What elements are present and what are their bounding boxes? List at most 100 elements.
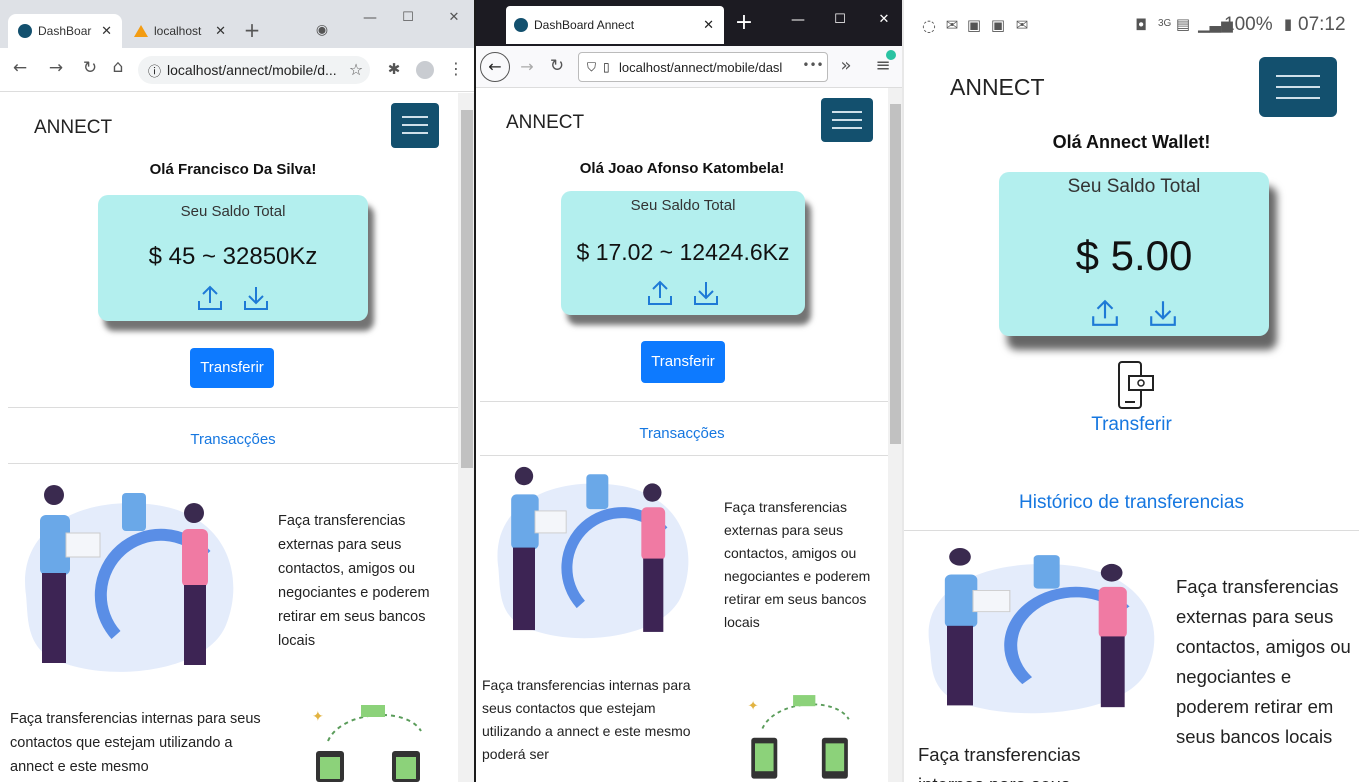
navbar-toggle-button[interactable] (391, 103, 439, 148)
address-bar[interactable]: ⛉ ▯ localhost/annect/mobile/dasl (578, 52, 828, 82)
info-icon: ⓘ (148, 63, 162, 79)
chrome-tab-localhost[interactable]: localhost ✕ (124, 14, 232, 48)
download-icon[interactable] (243, 284, 269, 312)
phones-transfer-illustration: ✦ (748, 695, 850, 779)
maximize-icon[interactable]: ☐ (398, 10, 418, 25)
close-icon[interactable]: ✕ (215, 23, 226, 39)
close-icon[interactable]: ✕ (101, 23, 112, 39)
clock-text: 07:12 (1298, 14, 1346, 35)
annect-favicon-icon (514, 18, 528, 32)
brand-logo-text[interactable]: ANNECT (506, 112, 584, 134)
firefox-tab-strip: DashBoard Annect ✕ + — ☐ ✕ (476, 0, 904, 46)
firefox-window: DashBoard Annect ✕ + — ☐ ✕ ← → ↻ ⛉ ▯ loc… (476, 0, 904, 782)
back-icon[interactable]: ← (480, 52, 510, 82)
mail-icon: ✉ (1015, 16, 1029, 34)
forward-icon[interactable]: → (46, 58, 66, 78)
forward-icon[interactable]: → (518, 57, 536, 76)
profile-avatar-icon[interactable] (416, 61, 434, 79)
new-tab-button[interactable]: + (732, 10, 756, 35)
internal-transfer-text: Faça transferencias internas para seus c… (10, 711, 261, 775)
brand-logo-text[interactable]: ANNECT (34, 117, 112, 139)
menu-kebab-icon[interactable]: ⋮ (448, 59, 464, 78)
upload-icon[interactable] (1091, 298, 1119, 328)
external-transfer-text: Faça transferencias externas para seus c… (1176, 576, 1351, 747)
internal-transfer-text: Faça transferencias internas para seus c… (482, 677, 691, 762)
balance-amount: $ 17.02 ~ 12424.6Kz (576, 239, 790, 265)
svg-text:✦: ✦ (312, 709, 324, 725)
network-type-text: 3G (1158, 18, 1172, 29)
balance-amount: $ 5.00 (1075, 232, 1193, 279)
minimize-icon[interactable]: — (788, 12, 808, 28)
divider (8, 407, 458, 408)
navbar-toggle-button[interactable] (821, 98, 873, 142)
firefox-tab-dashboard[interactable]: DashBoard Annect ✕ (506, 6, 724, 44)
chrome-tab-strip: DashBoar ✕ localhost ✕ + ◉ — ☐ ✕ (0, 0, 476, 50)
chrome-window: DashBoar ✕ localhost ✕ + ◉ — ☐ ✕ ← → ↻ ⌂… (0, 0, 476, 782)
overflow-icon[interactable]: » (838, 55, 854, 76)
reload-icon[interactable]: ↻ (548, 56, 566, 76)
page-viewport: ANNECT Olá Joao Afonso Katombela! Seu Sa… (476, 88, 888, 782)
gallery-icon: ▣ (966, 16, 982, 34)
svg-text:✦: ✦ (748, 699, 759, 714)
navbar-toggle-button[interactable] (1259, 57, 1337, 117)
reload-icon[interactable]: ↻ (80, 58, 100, 78)
firefox-toolbar: ← → ↻ ⛉ ▯ localhost/annect/mobile/dasl •… (476, 46, 904, 88)
new-tab-button[interactable]: + (240, 18, 264, 42)
page-actions-icon[interactable]: ••• (802, 58, 824, 72)
mail-icon: ✉ (945, 16, 959, 34)
back-icon[interactable]: ← (10, 58, 30, 78)
minimize-icon[interactable]: — (360, 10, 380, 26)
transfer-link[interactable]: Transferir (904, 414, 1359, 436)
transactions-link[interactable]: Transacções (476, 425, 888, 442)
balance-amount: $ 45 ~ 32850Kz (148, 243, 318, 270)
upload-icon[interactable] (197, 284, 223, 312)
tab-search-icon[interactable]: ◉ (312, 22, 332, 38)
people-transfer-illustration (25, 485, 234, 672)
home-icon[interactable]: ⌂ (108, 57, 128, 77)
scrollbar-thumb[interactable] (890, 104, 901, 444)
battery-icon: ▮ (1283, 15, 1293, 33)
external-transfer-text: Faça transferencias externas para seus c… (724, 499, 871, 630)
gallery-icon: ▣ (990, 16, 1006, 34)
close-icon[interactable]: ✕ (703, 17, 714, 33)
download-icon[interactable] (1149, 298, 1177, 328)
transfer-history-link[interactable]: Histórico de transferencias (904, 492, 1359, 514)
brand-logo-text[interactable]: ANNECT (950, 74, 1045, 101)
balance-card: Seu Saldo Total $ 17.02 ~ 12424.6Kz (561, 191, 805, 315)
android-status-bar: ◌ ✉ ▣ ▣ ✉ ◘ 3G ▤ ▁▃▅ 100% ▮ 07:12 (904, 0, 1359, 58)
page-icon: ▯ (603, 60, 610, 74)
balance-label: Seu Saldo Total (630, 197, 736, 214)
balance-label: Seu Saldo Total (180, 203, 286, 220)
phones-transfer-illustration: ✦ (312, 705, 422, 782)
maximize-icon[interactable]: ☐ (830, 12, 850, 27)
download-icon[interactable] (693, 279, 719, 307)
address-bar[interactable]: ⓘ localhost/annect/mobile/d... (138, 56, 370, 84)
mobile-payment-icon[interactable] (1117, 360, 1157, 412)
chrome-tab-dashboard[interactable]: DashBoar ✕ (8, 14, 122, 48)
window-close-icon[interactable]: ✕ (874, 12, 894, 27)
upload-icon[interactable] (647, 279, 673, 307)
notification-icon: ◘ (1135, 16, 1147, 34)
bookmark-star-icon[interactable]: ☆ (346, 60, 366, 79)
balance-card: Seu Saldo Total $ 5.00 (999, 172, 1269, 336)
transfer-button[interactable]: Transferir (641, 341, 725, 383)
balance-card: Seu Saldo Total $ 45 ~ 32850Kz (98, 195, 368, 321)
battery-percent-text: 100% (1224, 14, 1273, 35)
tab-title: DashBoard Annect (534, 18, 635, 32)
signal-bars-icon: ▁▃▅ (1198, 15, 1233, 33)
transfer-button[interactable]: Transferir (190, 348, 274, 388)
greeting-text: Olá Annect Wallet! (1052, 132, 1211, 152)
tab-title: localhost (154, 24, 202, 38)
internal-transfer-text: Faça transferencias internas para seus (918, 744, 1081, 782)
transactions-link[interactable]: Transacções (0, 431, 458, 448)
people-transfer-illustration (497, 466, 689, 639)
signal-icon: ▤ (1175, 15, 1191, 33)
window-close-icon[interactable]: ✕ (444, 10, 464, 25)
address-text: localhost/annect/mobile/d... (167, 62, 337, 78)
extensions-icon[interactable]: ✱ (384, 60, 404, 78)
divider (480, 455, 888, 456)
divider (8, 463, 458, 464)
chrome-toolbar: ← → ↻ ⌂ ⓘ localhost/annect/mobile/d... ☆… (0, 48, 476, 92)
annect-favicon-icon (18, 24, 32, 38)
scrollbar-thumb[interactable] (461, 110, 473, 468)
